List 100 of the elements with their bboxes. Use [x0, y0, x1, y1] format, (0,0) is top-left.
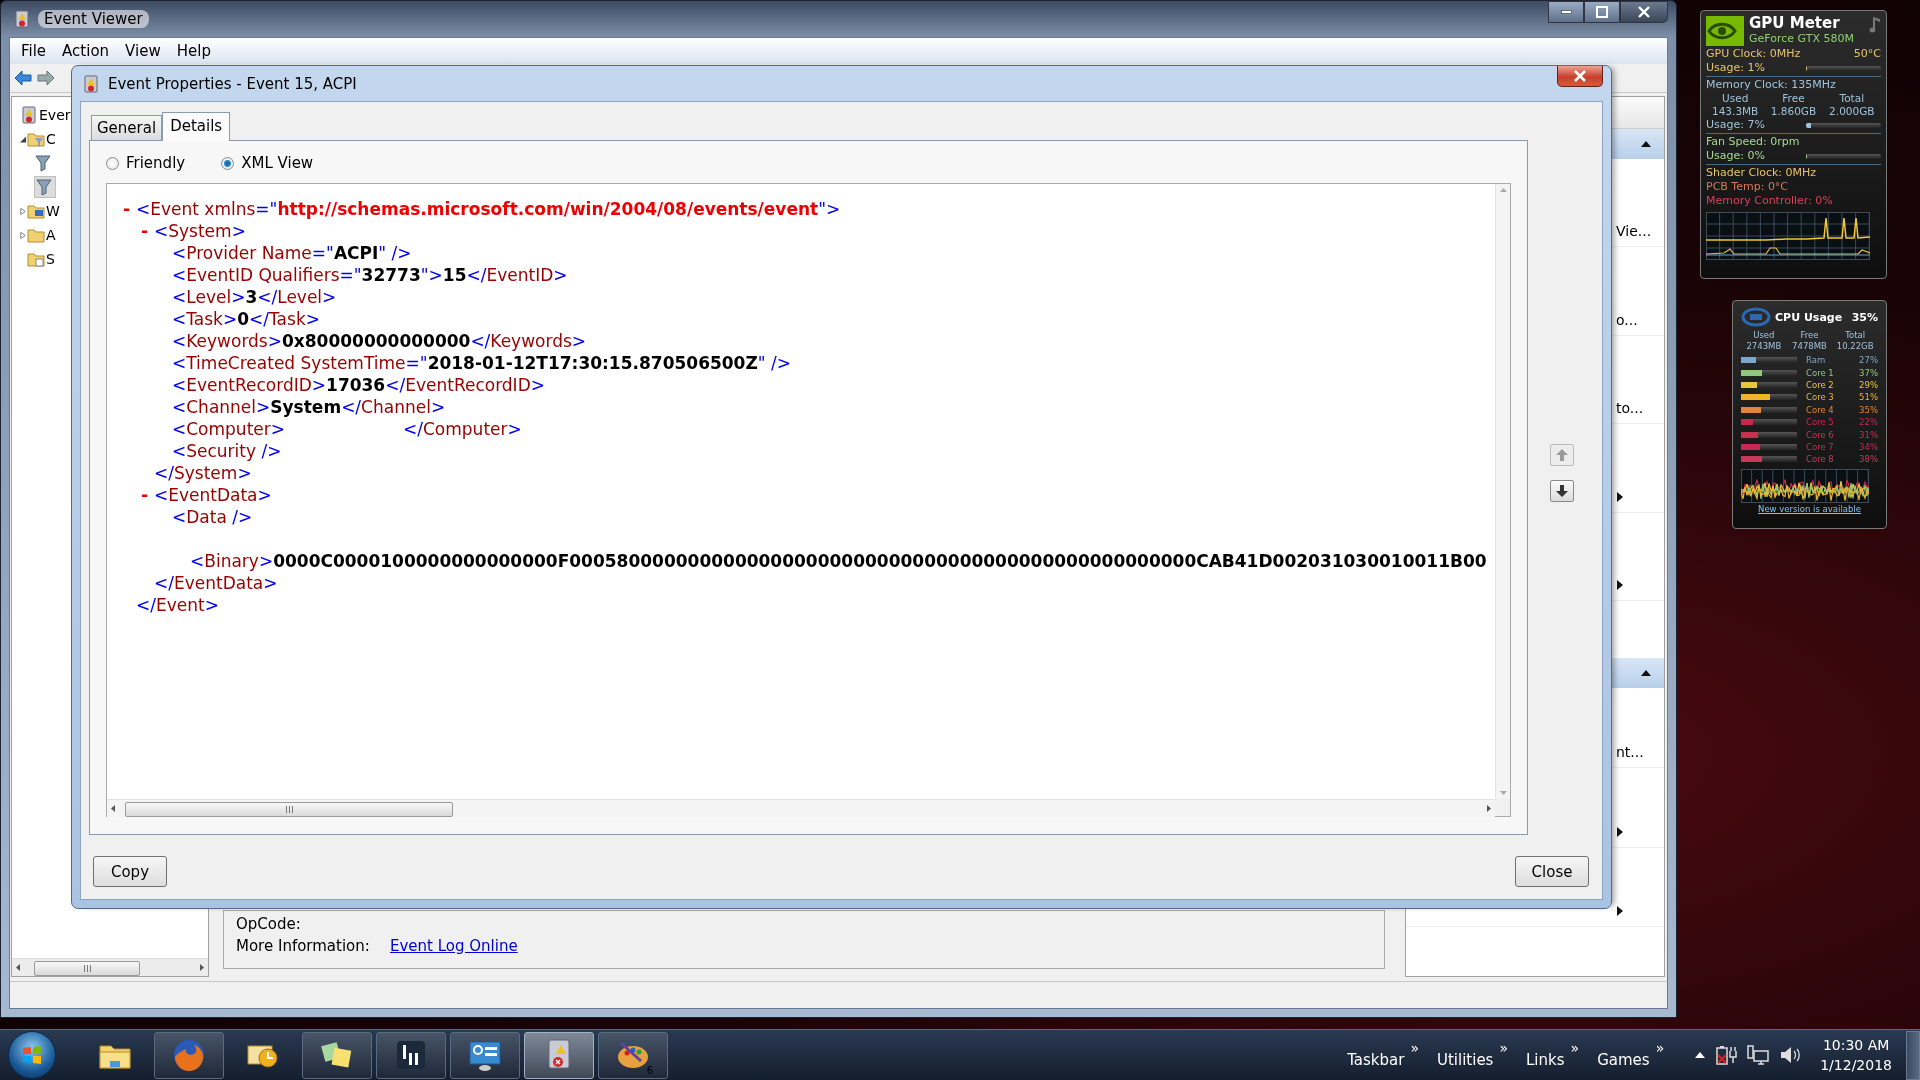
minimize-button[interactable] — [1548, 1, 1584, 23]
meter-reading: 37% — [1859, 367, 1878, 378]
xml-line: <Channel>System</Channel> — [172, 396, 446, 418]
next-button[interactable] — [1549, 480, 1574, 502]
globe-icon — [171, 1037, 207, 1073]
menu-item[interactable]: File — [13, 42, 55, 60]
tree-item[interactable]: Ever — [20, 105, 73, 125]
chevron-button[interactable]: » — [1499, 1041, 1508, 1055]
forward-icon[interactable] — [37, 70, 55, 86]
collapse-arrow-icon[interactable] — [1640, 140, 1652, 148]
meter-reading: 27% — [1859, 355, 1878, 366]
music-note-icon[interactable] — [1869, 15, 1881, 33]
funnel-icon — [34, 154, 52, 172]
maximize-button[interactable] — [1584, 1, 1620, 23]
taskbar-button[interactable] — [376, 1031, 446, 1079]
submenu-arrow-icon[interactable] — [1616, 905, 1624, 918]
xml-line: <TimeCreated SystemTime="2018-01-12T17:30:15.870506500Z" /> — [172, 352, 791, 374]
xml-line: </Event> — [136, 594, 219, 616]
gadget-text: Memory Controller: 0% — [1706, 194, 1833, 208]
tab[interactable]: Details — [162, 112, 231, 141]
folder-icon — [27, 226, 45, 244]
folder-icon — [27, 202, 45, 220]
up-arrow-icon — [1554, 448, 1569, 462]
funnel-icon — [35, 178, 53, 196]
xml-line: <Security /> — [172, 440, 282, 462]
xml-line: <EventRecordID>17036</EventRecordID> — [172, 374, 545, 396]
scrollbar[interactable] — [12, 958, 208, 976]
menu-item[interactable]: Help — [168, 42, 219, 60]
tree-arrow-icon[interactable] — [19, 134, 27, 144]
taskbar-button[interactable] — [302, 1031, 372, 1079]
column-header: Free — [1799, 330, 1820, 341]
scrollbar[interactable] — [107, 799, 1495, 817]
grip-icon — [284, 806, 294, 813]
window-title: Event Viewer — [38, 10, 149, 28]
gadget-value: 143.3MB — [1711, 105, 1760, 118]
chevron-button[interactable]: » — [1410, 1041, 1419, 1055]
tree-item[interactable]: A — [27, 225, 58, 245]
menu-item[interactable]: Action — [54, 42, 118, 60]
usage-value: 35% — [1851, 310, 1878, 324]
radio-label[interactable]: Friendly — [126, 154, 186, 172]
meter-reading: 29% — [1859, 379, 1878, 390]
xml-line: <Binary>0000C0000100000000000000F00058000000000000000000000000000000000000000000000000CAB41D002031030010011B00 — [190, 550, 1487, 572]
log-book-icon — [13, 10, 31, 28]
log-book-icon — [20, 106, 38, 124]
tree-item[interactable]: W — [27, 201, 62, 221]
minimize-icon — [1560, 10, 1572, 14]
tree-item[interactable] — [34, 153, 54, 173]
gadget-text: Usage: 7% — [1706, 118, 1765, 132]
radio-label[interactable]: XML View — [241, 154, 314, 172]
collapse-arrow-icon[interactable] — [1640, 669, 1652, 678]
dialog-title: Event Properties - Event 15, ACPI — [108, 74, 357, 93]
scroll-thumb[interactable] — [125, 802, 453, 817]
toolbar-label[interactable]: Links — [1526, 1041, 1565, 1069]
link[interactable]: New version is available — [1741, 503, 1878, 514]
toolbar-label[interactable]: Taskbar — [1347, 1041, 1405, 1069]
collapse-toggle[interactable]: - — [123, 198, 136, 220]
field-label: OpCode: — [236, 914, 302, 933]
chevron-button[interactable]: » — [1655, 1041, 1665, 1055]
dialog-button[interactable]: Close — [1515, 856, 1589, 887]
taskbar-button[interactable] — [450, 1031, 520, 1079]
taskbar-button[interactable] — [524, 1031, 594, 1079]
link[interactable]: Event Log Online — [390, 936, 518, 955]
close-icon — [1573, 70, 1587, 82]
battery-plug-icon[interactable] — [1714, 1043, 1739, 1067]
column-header: Total — [1838, 92, 1866, 105]
meter-label: Ram — [1805, 355, 1827, 366]
submenu-arrow-icon[interactable] — [1616, 578, 1624, 591]
tree-item[interactable]: S — [27, 249, 57, 269]
back-icon[interactable] — [14, 70, 32, 86]
tree-item[interactable] — [34, 176, 56, 198]
xml-line: <Provider Name="ACPI" /> — [172, 242, 412, 264]
gadget-subtitle: GeForce GTX 580M — [1749, 32, 1854, 46]
chevron-button[interactable]: » — [1570, 1041, 1580, 1055]
collapse-toggle[interactable]: - — [141, 484, 154, 506]
xml-line: <EventID Qualifiers="32773">15</EventID> — [172, 264, 568, 286]
tree-item[interactable]: C — [27, 129, 58, 149]
menu-item[interactable]: View — [117, 42, 169, 60]
collapse-toggle[interactable]: - — [141, 220, 154, 242]
eye-logo-icon — [1706, 15, 1744, 46]
submenu-arrow-icon[interactable] — [1616, 825, 1624, 838]
meter-reading: 51% — [1859, 392, 1878, 403]
start-button[interactable] — [8, 1031, 56, 1079]
dialog-button[interactable]: Copy — [93, 856, 167, 887]
gadget-title: CPU Usage — [1775, 310, 1844, 324]
radio-button[interactable] — [106, 156, 119, 170]
xml-line: <System> — [154, 220, 246, 242]
xml-line: </EventData> — [154, 572, 278, 594]
up-arrow-icon[interactable] — [1694, 1051, 1707, 1059]
scrollbar-corner — [1495, 799, 1510, 816]
xml-line: </System> — [154, 462, 252, 484]
scroll-thumb[interactable] — [34, 961, 140, 976]
radio-button[interactable] — [221, 156, 235, 170]
close-button[interactable] — [1557, 66, 1603, 87]
clock[interactable]: 10:30 AM 1/12/2018 — [1820, 1035, 1892, 1075]
tab[interactable]: General — [91, 115, 163, 140]
toolbar-label[interactable]: Games — [1597, 1041, 1650, 1069]
toolbar-label[interactable]: Utilities — [1436, 1041, 1494, 1069]
close-button[interactable] — [1620, 1, 1668, 23]
submenu-arrow-icon[interactable] — [1616, 490, 1624, 503]
network-monitor-icon[interactable] — [1746, 1043, 1771, 1067]
